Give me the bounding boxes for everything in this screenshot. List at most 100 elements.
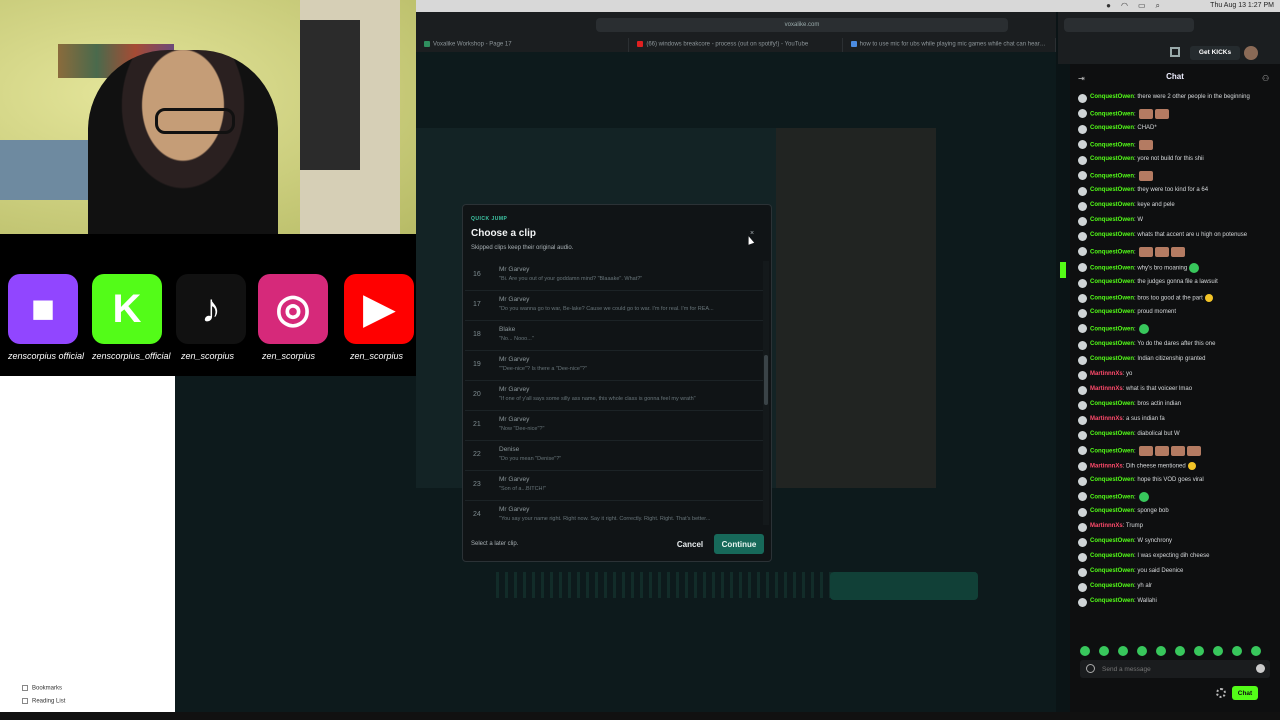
browser-tab[interactable]: Voxalike Workshop - Page 17 (416, 38, 630, 52)
clip-row[interactable]: 23 Mr Garvey "Son of a...BITCH!" (465, 471, 763, 501)
chat-emote-icon (1139, 109, 1154, 119)
clip-row[interactable]: 19 Mr Garvey ""Dee-nice"? Is there a "Dee-… (465, 351, 763, 381)
chat-message: ConquestOwen: Wallahi (1078, 596, 1278, 611)
menubar-status-icons: ● ◠ ▭ ⌕ (1106, 1, 1160, 11)
chat-text: sponge bob (1137, 507, 1169, 514)
clip-row[interactable]: 16 Mr Garvey "Bi. Are you out of your godd… (465, 261, 763, 291)
chat-input[interactable] (1102, 663, 1252, 675)
chat-username[interactable]: ConquestOwen (1090, 217, 1134, 223)
chat-settings-icon[interactable] (1086, 664, 1095, 673)
chat-username[interactable]: ConquestOwen (1090, 598, 1134, 604)
chat-username[interactable]: MartinnnXs (1090, 463, 1123, 469)
chat-message: ConquestOwen: keye and pele (1078, 200, 1278, 215)
kick-handle: zenscorpius_official (92, 351, 171, 361)
chat-username[interactable]: ConquestOwen (1090, 356, 1134, 362)
chat-username[interactable]: ConquestOwen (1090, 327, 1134, 333)
users-icon[interactable]: ⚇ (1262, 74, 1269, 83)
emote-icon[interactable] (1232, 646, 1242, 656)
chat-message: MartinnnXs: a sus indian fa (1078, 414, 1278, 429)
continue-button[interactable]: Continue (714, 534, 764, 554)
emote-icon[interactable] (1118, 646, 1128, 656)
user-badge-icon (1078, 476, 1087, 486)
chat-username[interactable]: ConquestOwen (1090, 494, 1134, 500)
emote-icon[interactable] (1194, 646, 1204, 656)
streamer-image (88, 50, 278, 234)
chat-username[interactable]: ConquestOwen (1090, 174, 1134, 180)
chat-username[interactable]: ConquestOwen (1090, 296, 1134, 302)
kick-address-bar[interactable] (1064, 18, 1194, 32)
emote-icon[interactable] (1099, 646, 1109, 656)
user-badge-icon (1078, 430, 1087, 440)
chat-username[interactable]: ConquestOwen (1090, 341, 1134, 347)
get-kicks-button[interactable]: Get KICKs (1190, 46, 1240, 60)
chat-username[interactable]: MartinnnXs (1090, 523, 1123, 529)
scrollbar-thumb[interactable] (764, 355, 768, 405)
chat-emote-icon (1155, 247, 1170, 258)
emote-icon[interactable] (1080, 646, 1090, 656)
chat-username[interactable]: ConquestOwen (1090, 250, 1134, 256)
search-icon[interactable]: ⌕ (1156, 1, 1160, 11)
clip-speaker: Mr Garvey (499, 416, 530, 423)
chat-username[interactable]: ConquestOwen (1090, 279, 1134, 285)
chat-username[interactable]: ConquestOwen (1090, 143, 1134, 149)
clip-row[interactable]: 17 Mr Garvey "Do you wanna go to war, Be-l… (465, 291, 763, 321)
grid-icon[interactable] (1170, 47, 1180, 57)
emote-icon[interactable] (1156, 646, 1166, 656)
chat-username[interactable]: ConquestOwen (1090, 156, 1134, 162)
chat-username[interactable]: ConquestOwen (1090, 266, 1134, 272)
chat-text: what is that voiceer lmao (1126, 385, 1193, 392)
chat-username[interactable]: ConquestOwen (1090, 202, 1134, 208)
clip-row[interactable]: 21 Mr Garvey "Now "Dee-nice"?" (465, 411, 763, 441)
sidebar-item-bookmarks[interactable]: Bookmarks (22, 685, 62, 692)
emote-icon[interactable] (1137, 646, 1147, 656)
chat-username[interactable]: MartinnnXs (1090, 416, 1123, 422)
chat-username[interactable]: ConquestOwen (1090, 553, 1134, 559)
chat-text: a sus indian fa (1126, 415, 1165, 422)
chat-username[interactable]: ConquestOwen (1090, 477, 1134, 483)
chat-username[interactable]: MartinnnXs (1090, 386, 1123, 392)
clip-list[interactable]: 16 Mr Garvey "Bi. Are you out of your godd… (465, 261, 763, 525)
gear-icon[interactable] (1216, 688, 1226, 698)
chat-username[interactable]: ConquestOwen (1090, 538, 1134, 544)
emote-icon[interactable] (1175, 646, 1185, 656)
clip-row[interactable]: 24 Mr Garvey "You say your name right. Rig… (465, 501, 763, 525)
avatar[interactable] (1244, 46, 1258, 60)
address-bar[interactable]: voxalike.com (596, 18, 1008, 32)
chat-username[interactable]: ConquestOwen (1090, 508, 1134, 514)
chat-username[interactable]: ConquestOwen (1090, 125, 1134, 131)
clip-number: 17 (473, 301, 481, 308)
chat-username[interactable]: ConquestOwen (1090, 309, 1134, 315)
clip-row[interactable]: 20 Mr Garvey "If one of y'all says some si… (465, 381, 763, 411)
chat-username[interactable]: ConquestOwen (1090, 112, 1134, 118)
browser-tab[interactable]: (66) windows breakcore - process (out on… (629, 38, 843, 52)
emote-icon[interactable] (1213, 646, 1223, 656)
cancel-button[interactable]: Cancel (671, 534, 709, 554)
chat-username[interactable]: ConquestOwen (1090, 568, 1134, 574)
chat-username[interactable]: ConquestOwen (1090, 232, 1134, 238)
chat-username[interactable]: ConquestOwen (1090, 94, 1134, 100)
clip-speaker: Mr Garvey (499, 296, 530, 303)
youtube-handle: zen_scorpius (350, 351, 404, 361)
chat-message: ConquestOwen: (1078, 169, 1278, 185)
chat-text: proud moment (1137, 309, 1177, 316)
chat-message: ConquestOwen: CHAD* (1078, 123, 1278, 138)
chat-username[interactable]: ConquestOwen (1090, 431, 1134, 437)
chat-username[interactable]: MartinnnXs (1090, 371, 1123, 377)
send-chat-button[interactable]: Chat (1232, 686, 1258, 700)
user-badge-icon (1078, 370, 1087, 380)
chat-username[interactable]: ConquestOwen (1090, 583, 1134, 589)
chat-text: the judges gonna file a lawsuit (1137, 279, 1218, 286)
chat-username[interactable]: ConquestOwen (1090, 401, 1134, 407)
chat-username[interactable]: ConquestOwen (1090, 448, 1134, 454)
chat-username[interactable]: ConquestOwen (1090, 187, 1134, 193)
sidebar-item-reading-list[interactable]: Reading List (22, 698, 65, 705)
clip-row[interactable]: 22 Denise "Do you mean "Denise"?" (465, 441, 763, 471)
browser-tab[interactable]: how to use mic for ubs while playing mic… (843, 38, 1056, 52)
user-badge-icon (1078, 294, 1087, 304)
chat-title: Chat (1166, 72, 1184, 81)
username-separator: : (1134, 111, 1138, 118)
emote-icon[interactable] (1251, 646, 1261, 656)
chat-message: ConquestOwen: the judges gonna file a la… (1078, 277, 1278, 292)
emoji-picker-icon[interactable] (1256, 664, 1265, 673)
clip-row[interactable]: 18 Blake "No... Nooo..." (465, 321, 763, 351)
